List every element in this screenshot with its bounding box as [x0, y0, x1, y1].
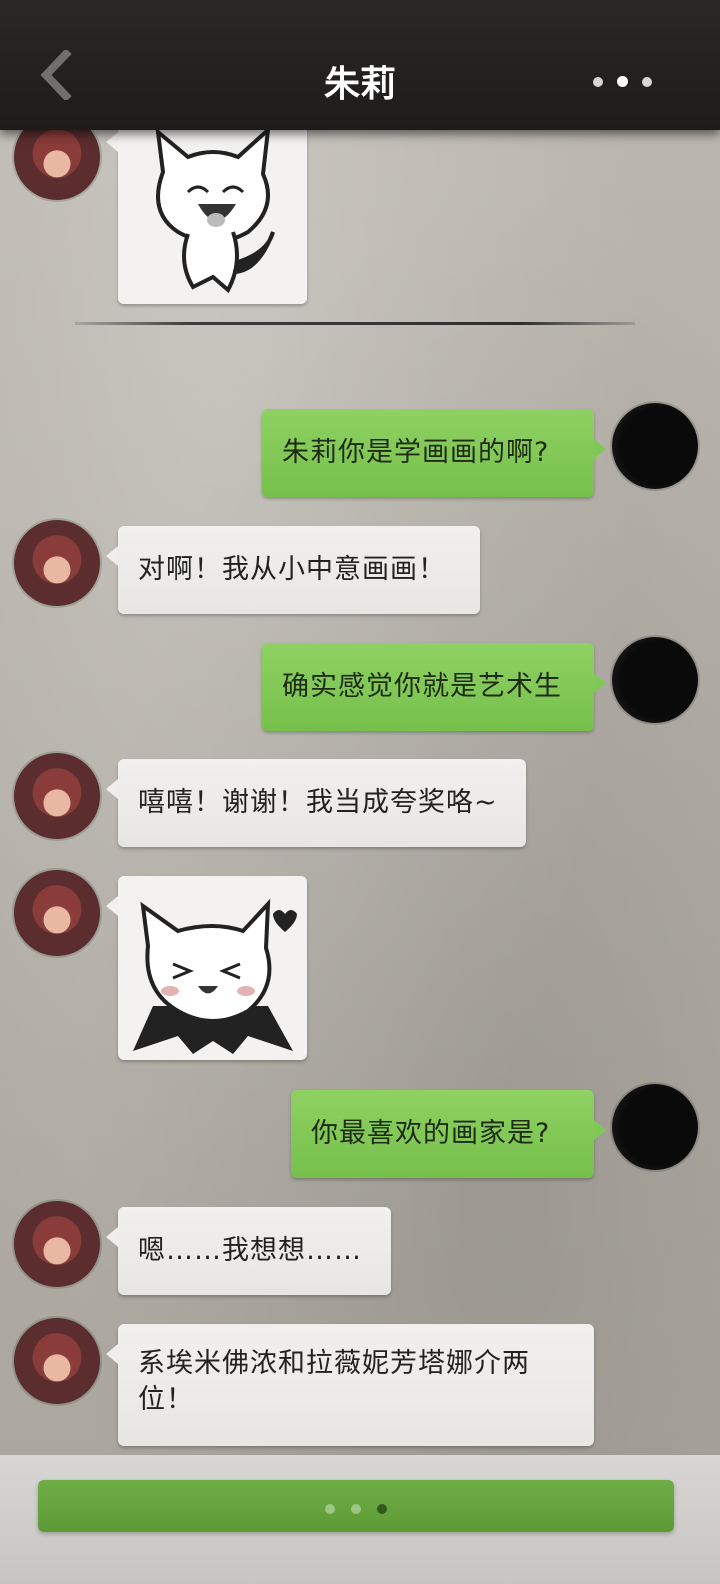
cat-devil-laughing-sticker: [155, 124, 275, 294]
my-message-bubble[interactable]: 朱莉你是学画画的啊?: [262, 409, 606, 497]
message-text: 朱莉你是学画画的啊?: [282, 437, 550, 468]
contact-message-bubble[interactable]: 嘻嘻！谢谢！我当成夸奖咯~: [106, 759, 526, 847]
dot: [617, 76, 628, 87]
my-message-bubble[interactable]: 确实感觉你就是艺术生: [262, 643, 606, 731]
contact-message-bubble[interactable]: 嗯……我想想……: [106, 1207, 391, 1295]
dot: [593, 77, 603, 87]
chat-header: 朱莉: [0, 0, 720, 130]
dot: [642, 77, 652, 87]
contact-avatar[interactable]: [14, 520, 100, 606]
contact-message-bubble[interactable]: 对啊！我从小中意画画！: [106, 526, 480, 614]
divider-line: [75, 322, 635, 325]
my-avatar[interactable]: [612, 1084, 698, 1170]
my-avatar[interactable]: [612, 637, 698, 723]
contact-message-bubble[interactable]: 系埃米佛浓和拉薇妮芳塔娜介两位！: [106, 1324, 594, 1446]
reply-button[interactable]: [38, 1480, 674, 1532]
contact-avatar[interactable]: [14, 753, 100, 839]
message-text: 嗯……我想想……: [138, 1235, 362, 1266]
sticker-message[interactable]: [106, 876, 307, 1060]
contact-avatar[interactable]: [14, 1201, 100, 1287]
dot: [377, 1504, 387, 1514]
more-dots-icon[interactable]: [586, 72, 660, 87]
message-text: 对啊！我从小中意画画！: [138, 554, 446, 585]
dot: [325, 1504, 335, 1514]
message-text: 你最喜欢的画家是?: [311, 1118, 551, 1149]
contact-avatar[interactable]: [14, 870, 100, 956]
my-message-bubble[interactable]: 你最喜欢的画家是?: [291, 1090, 606, 1178]
sticker-message[interactable]: [106, 112, 307, 304]
message-text: 系埃米佛浓和拉薇妮芳塔娜介两位！: [138, 1348, 530, 1415]
typing-dots-icon: [38, 1499, 674, 1518]
contact-avatar[interactable]: [14, 1318, 100, 1404]
cat-devil-happy-heart-sticker: [133, 898, 297, 1054]
message-text: 确实感觉你就是艺术生: [282, 671, 562, 702]
message-text: 嘻嘻！谢谢！我当成夸奖咯~: [138, 787, 498, 818]
dot: [351, 1504, 361, 1514]
my-avatar[interactable]: [612, 403, 698, 489]
